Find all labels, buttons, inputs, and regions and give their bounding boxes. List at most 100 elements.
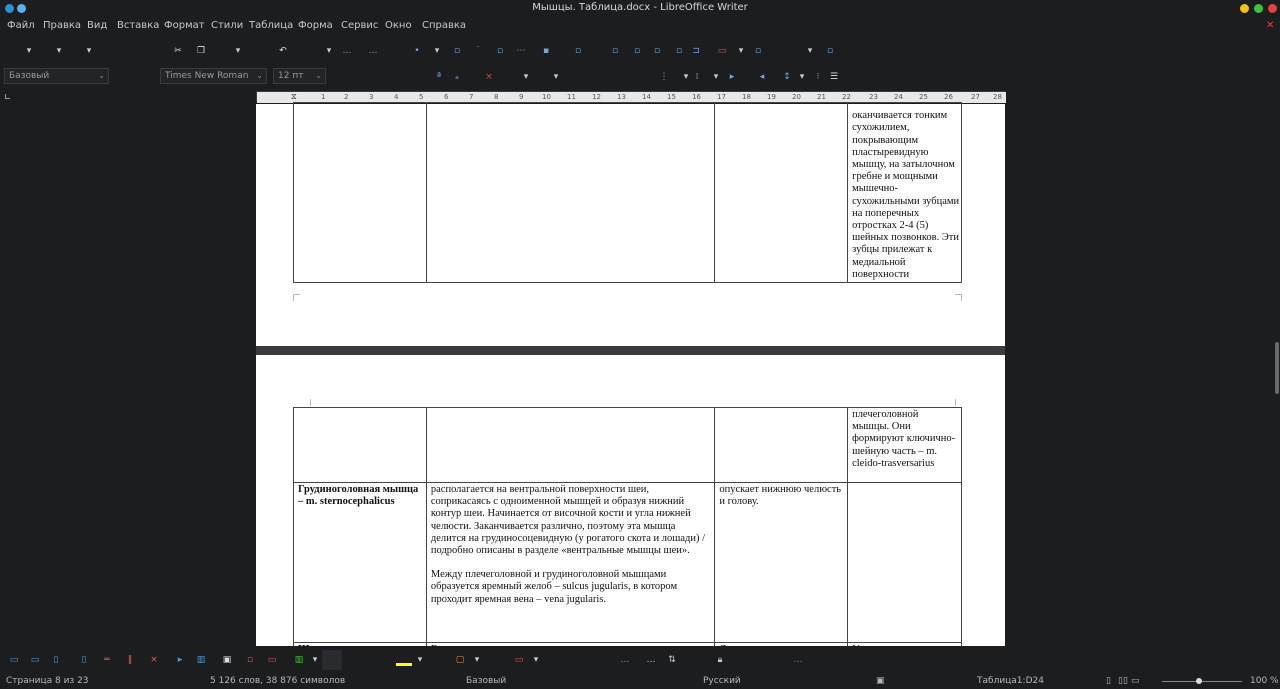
table-cell[interactable] [714, 407, 849, 483]
word-count[interactable]: 5 126 слов, 38 876 символов [210, 676, 345, 686]
numbered-list-icon[interactable]: ⁞ [692, 72, 702, 82]
font-size-select[interactable]: 12 пт ⌄ [273, 68, 326, 84]
list-dropdown-icon[interactable]: ▾ [681, 72, 691, 82]
bookmark-icon[interactable]: ▫ [674, 46, 684, 56]
page-1[interactable]: оканчивается тонким сухожилием, покрываю… [256, 102, 1005, 346]
redo-dropdown-icon[interactable]: ▾ [324, 46, 334, 56]
select-table-icon[interactable]: ▥ [196, 655, 206, 665]
line-spacing-dropdown-icon[interactable]: ▾ [797, 72, 807, 82]
menu-tools[interactable]: Сервис [341, 20, 378, 31]
formatting-marks-icon[interactable]: • [412, 46, 422, 56]
menu-file[interactable]: Файл [7, 20, 35, 31]
delete-table-icon[interactable]: × [149, 655, 159, 665]
shapes-icon[interactable]: ▫ [753, 46, 763, 56]
optimize-dropdown-icon[interactable]: ▾ [310, 655, 320, 665]
table-cell[interactable]: располагается на вентральной поверхности… [425, 482, 716, 643]
scrollbar-thumb[interactable] [1275, 342, 1279, 394]
menu-window[interactable]: Окно [385, 20, 412, 31]
page-count[interactable]: Страница 8 из 23 [6, 676, 89, 686]
footnote-icon[interactable]: ▫ [632, 46, 642, 56]
menu-view[interactable]: Вид [87, 20, 107, 31]
table-cell[interactable] [847, 482, 962, 643]
table-cell[interactable] [293, 407, 427, 483]
table-cell[interactable] [425, 102, 716, 283]
optimize-size-icon[interactable]: ▥ [294, 655, 304, 665]
insert-caption-icon[interactable]: … [646, 655, 656, 665]
borders-dropdown-icon[interactable]: ▾ [472, 655, 482, 665]
merge-cells-icon[interactable]: ▣ [222, 655, 232, 665]
border-style-icon[interactable]: ▭ [514, 655, 524, 665]
insert-column-icon[interactable]: ▯ [79, 655, 89, 665]
open-dropdown-icon[interactable]: ▾ [54, 46, 64, 56]
cell-background-button[interactable] [396, 663, 412, 666]
endnote-icon[interactable]: ▫ [652, 46, 662, 56]
page-2[interactable]: плечеголовной мышцы. Они формируют ключи… [256, 355, 1005, 646]
table-cell[interactable]: Грудиноголовная мышца – m. sternocephali… [293, 482, 427, 643]
numbered-list-dropdown-icon[interactable]: ▾ [711, 72, 721, 82]
hyperlink-icon[interactable]: ▫ [610, 46, 620, 56]
spellcheck-icon[interactable]: … [368, 46, 378, 56]
comment-icon[interactable]: ▭ [717, 46, 727, 56]
protect-cells-icon[interactable]: 🔒︎ [715, 655, 725, 665]
split-table-icon[interactable]: ▭ [267, 655, 277, 665]
multi-page-view-icon[interactable]: ▯▯ [1118, 676, 1128, 686]
undo-icon[interactable]: ↶ [278, 46, 288, 56]
copy-icon[interactable]: ❐ [196, 46, 206, 56]
table-properties-icon[interactable]: … [793, 655, 803, 665]
single-page-view-icon[interactable]: ▯ [1106, 676, 1111, 686]
insert-table-icon[interactable]: ▭ [9, 655, 19, 665]
highlight-dropdown-icon[interactable]: ▾ [551, 72, 561, 82]
language[interactable]: Русский [703, 676, 741, 686]
special-char-icon[interactable]: ▫ [573, 46, 583, 56]
table-cell[interactable] [425, 407, 716, 483]
close-button[interactable] [1268, 4, 1277, 13]
track-changes-dropdown-icon[interactable]: ▾ [736, 46, 746, 56]
basic-shapes-dropdown-icon[interactable]: ▾ [805, 46, 815, 56]
insert-field-icon[interactable]: ▪ [541, 46, 551, 56]
menu-form[interactable]: Форма [298, 20, 333, 31]
align-top-button[interactable] [322, 650, 342, 670]
font-color-dropdown-icon[interactable]: ▾ [521, 72, 531, 82]
sort-icon[interactable]: ⇅ [667, 655, 677, 665]
table-cell[interactable] [293, 102, 427, 283]
superscript-icon[interactable]: ª [434, 72, 444, 82]
menu-styles[interactable]: Стили [211, 20, 243, 31]
clear-formatting-icon[interactable]: × [484, 72, 494, 82]
zoom-slider-handle[interactable] [1196, 678, 1202, 684]
subscript-icon[interactable]: ₐ [452, 72, 462, 82]
find-icon[interactable]: … [342, 46, 352, 56]
table-cell[interactable]: оканчивается тонким сухожилием, покрываю… [847, 102, 962, 283]
cell-background-dropdown-icon[interactable]: ▾ [415, 655, 425, 665]
table-cell[interactable]: плечеголовной мышцы. Они формируют ключи… [847, 407, 962, 483]
delete-row-icon[interactable]: ═ [102, 655, 112, 665]
delete-column-icon[interactable]: ‖ [125, 655, 135, 665]
table-dropdown-icon[interactable]: ▾ [432, 46, 442, 56]
menu-table[interactable]: Таблица [249, 20, 293, 31]
increase-indent-icon[interactable]: ▸ [727, 72, 737, 82]
draw-functions-icon[interactable]: ▫ [825, 46, 835, 56]
document-modified-icon[interactable]: ▣ [876, 676, 885, 686]
vertical-scrollbar[interactable] [1272, 104, 1280, 644]
paste-dropdown-icon[interactable]: ▾ [233, 46, 243, 56]
page-style[interactable]: Базовый [466, 676, 506, 686]
paragraph-style-select[interactable]: Базовый ⌄ [4, 68, 109, 84]
split-cells-icon[interactable]: ▫ [245, 655, 255, 665]
list-icon[interactable]: ⋮ [659, 72, 669, 82]
save-dropdown-icon[interactable]: ▾ [84, 46, 94, 56]
close-document-icon[interactable]: ✕ [1266, 20, 1274, 31]
paragraph-dialog-icon[interactable]: ☰ [829, 72, 839, 82]
horizontal-ruler[interactable]: 1 2 3 4 5 6 7 8 9 10 11 12 13 14 15 16 1… [256, 91, 1006, 103]
insert-pagebreak-icon[interactable]: ⋯ [516, 46, 526, 56]
number-format-icon[interactable]: … [620, 655, 630, 665]
menu-format[interactable]: Формат [164, 20, 205, 31]
insert-image-icon[interactable]: ▫ [452, 46, 462, 56]
cross-reference-icon[interactable]: ⊐ [691, 46, 701, 56]
font-name-select[interactable]: Times New Roman ⌄ [160, 68, 267, 84]
line-spacing-icon[interactable]: ↕ [782, 72, 792, 82]
insert-row-below-icon[interactable]: ▯ [51, 655, 61, 665]
maximize-button[interactable] [1254, 4, 1263, 13]
insert-chart-icon[interactable]: ˙ [473, 46, 483, 56]
menu-insert[interactable]: Вставка [117, 20, 159, 31]
minimize-button[interactable] [1240, 4, 1249, 13]
menu-help[interactable]: Справка [422, 20, 466, 31]
